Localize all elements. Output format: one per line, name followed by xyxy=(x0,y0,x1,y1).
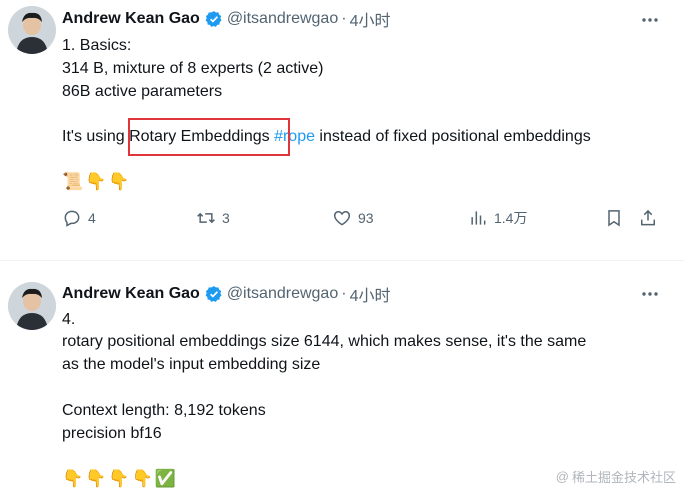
text-after: instead of fixed positional embeddings xyxy=(314,128,591,145)
scroll-emoji-icon: 📜 xyxy=(62,172,84,191)
verified-badge-icon xyxy=(205,286,222,302)
repost-count: 3 xyxy=(222,210,230,226)
tweet-text-line: precision bf16 xyxy=(62,425,162,442)
tweet-1[interactable]: Andrew Kean Gao @itsandrewgao · 4小时 1. B… xyxy=(0,0,684,258)
bookmark-button[interactable] xyxy=(604,208,624,228)
timestamp[interactable]: 4小时 xyxy=(350,282,391,306)
at-icon: @ xyxy=(555,469,569,484)
tweet-text-line: 1. Basics: xyxy=(62,37,132,54)
more-options-icon[interactable] xyxy=(640,10,660,30)
pointing-down-emoji-icon: 👇 xyxy=(108,469,130,488)
watermark-text: 稀土掘金技术社区 xyxy=(571,470,676,485)
views-count: 1.4万 xyxy=(494,210,528,226)
author-name[interactable]: Andrew Kean Gao xyxy=(62,285,200,303)
heart-icon xyxy=(333,210,351,226)
reply-count: 4 xyxy=(88,210,96,226)
tweet-text-line: rotary positional embeddings size 6144, … xyxy=(62,333,587,350)
emoji-row: 📜 👇 👇 xyxy=(62,172,130,192)
red-highlight-box xyxy=(128,118,290,156)
tweet-divider xyxy=(0,260,684,261)
views-button[interactable]: 1.4万 xyxy=(468,208,527,228)
bookmark-icon xyxy=(608,210,620,227)
separator: · xyxy=(341,285,347,302)
watermark: @ 稀土掘金技术社区 xyxy=(556,467,676,486)
pointing-down-emoji-icon: 👇 xyxy=(85,469,107,488)
more-options-icon[interactable] xyxy=(640,284,660,304)
share-button[interactable] xyxy=(638,208,658,228)
avatar-photo-icon xyxy=(8,282,56,330)
tweet-header: Andrew Kean Gao @itsandrewgao · 4小时 xyxy=(62,283,390,305)
tweet-text-line: Context length: 8,192 tokens xyxy=(62,402,266,419)
views-chart-icon xyxy=(471,211,486,225)
share-icon xyxy=(641,209,655,226)
repost-icon xyxy=(197,212,215,224)
reply-button[interactable]: 4 xyxy=(62,208,96,228)
text-before: It's using xyxy=(62,128,130,145)
like-button[interactable]: 93 xyxy=(332,208,374,228)
timestamp[interactable]: 4小时 xyxy=(350,7,391,31)
verified-badge-icon xyxy=(205,11,222,27)
tweet-actions: 4 3 93 1.4万 xyxy=(0,208,684,236)
check-mark-emoji-icon: ✅ xyxy=(154,469,176,488)
tweet-header: Andrew Kean Gao @itsandrewgao · 4小时 xyxy=(62,8,390,30)
separator: · xyxy=(341,10,347,27)
avatar[interactable] xyxy=(8,282,56,330)
tweet-text-line: 86B active parameters xyxy=(62,83,223,100)
author-handle[interactable]: @itsandrewgao xyxy=(227,10,338,28)
like-count: 93 xyxy=(358,210,374,226)
reply-icon xyxy=(64,210,80,227)
tweet-2[interactable]: Andrew Kean Gao @itsandrewgao · 4小时 4. r… xyxy=(0,270,684,492)
pointing-down-emoji-icon: 👇 xyxy=(62,469,84,488)
tweet-text-line: 4. xyxy=(62,311,76,328)
author-name[interactable]: Andrew Kean Gao xyxy=(62,10,200,28)
pointing-down-emoji-icon: 👇 xyxy=(131,469,153,488)
avatar-photo-icon xyxy=(8,6,56,54)
pointing-down-emoji-icon: 👇 xyxy=(108,172,130,191)
avatar[interactable] xyxy=(8,6,56,54)
tweet-text-line: as the model's input embedding size xyxy=(62,356,321,373)
emoji-row: 👇 👇 👇 👇 ✅ xyxy=(62,469,176,489)
repost-button[interactable]: 3 xyxy=(196,208,230,228)
tweet-text-line: 314 B, mixture of 8 experts (2 active) xyxy=(62,60,324,77)
pointing-down-emoji-icon: 👇 xyxy=(85,172,107,191)
author-handle[interactable]: @itsandrewgao xyxy=(227,285,338,303)
